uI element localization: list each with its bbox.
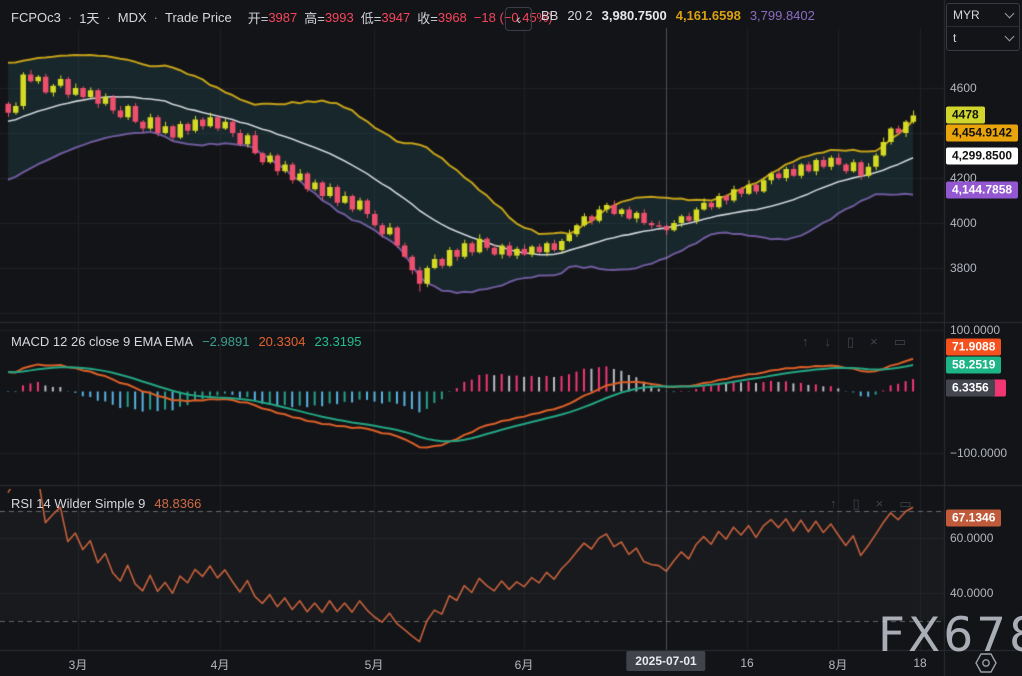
macd-hist-value: −2.9891 <box>202 334 249 349</box>
unit-select[interactable]: t <box>947 27 1019 49</box>
maximize-pane-icon[interactable]: ▭ <box>899 496 911 512</box>
macd-pane-controls: ↑ ↓ ▯ × ▭ <box>802 334 906 350</box>
high-label: 高= <box>304 8 325 27</box>
macd-signal-value: 23.3195 <box>314 334 361 349</box>
axis-value-badge: 71.9088 <box>946 339 1001 356</box>
axis-value-badge: 6.3356 <box>946 379 995 396</box>
separator-dot: · <box>154 10 158 25</box>
axis-tick-label: 3800 <box>950 261 977 275</box>
rsi-indicator-header[interactable]: RSI 14 Wilder Simple 9 48.8366 <box>11 496 201 511</box>
separator-dot: · <box>106 10 110 25</box>
bb-basis-value: 3,980.7500 <box>602 8 667 23</box>
bb-params: 20 2 <box>567 8 592 23</box>
maximize-pane-icon[interactable]: ▭ <box>894 334 906 350</box>
move-pane-up-icon[interactable]: ↑ <box>802 334 809 350</box>
rsi-value: 48.8366 <box>154 496 201 511</box>
separator-dot: · <box>68 10 72 25</box>
time-tick-label: 3月 <box>69 656 88 673</box>
axis-tick-label: 60.0000 <box>950 531 993 545</box>
currency-value: MYR <box>953 8 980 22</box>
axis-value-badge: 58.2519 <box>946 357 1001 374</box>
axis-value-badge: 67.1346 <box>946 510 1001 527</box>
axis-value-badge: 4,144.7858 <box>946 182 1018 199</box>
axis-tick-label: 4600 <box>950 81 977 95</box>
symbol-header: FCPOc3 · 1天 · MDX · Trade Price 开=3987 高… <box>11 8 553 27</box>
timezone-settings-icon[interactable] <box>973 652 999 676</box>
interval-label[interactable]: 1天 <box>79 8 99 27</box>
close-label: 收= <box>417 8 438 27</box>
axis-tick-label: −100.0000 <box>950 446 1007 460</box>
watermark: FX678 <box>878 608 1022 663</box>
macd-title: MACD 12 26 close 9 EMA EMA <box>11 334 193 349</box>
crosshair-date-badge: 2025-07-01 <box>626 651 705 671</box>
series-type-label: Trade Price <box>165 10 232 25</box>
unit-value: t <box>953 31 956 45</box>
low-value: 3947 <box>381 10 410 25</box>
rsi-title: RSI 14 Wilder Simple 9 <box>11 496 145 511</box>
macd-line-value: 20.3304 <box>258 334 305 349</box>
axis-value-badge: 4,454.9142 <box>946 125 1018 142</box>
bb-lower-value: 3,799.8402 <box>750 8 815 23</box>
collapse-indicator-button[interactable]: ‹ <box>505 7 532 31</box>
high-value: 3993 <box>325 10 354 25</box>
open-label: 开= <box>248 8 269 27</box>
close-value: 3968 <box>438 10 467 25</box>
currency-select[interactable]: MYR <box>947 4 1019 26</box>
axis-tick-label: 4000 <box>950 216 977 230</box>
axis-tick-label: 40.0000 <box>950 586 993 600</box>
time-tick-label: 4月 <box>211 656 230 673</box>
chevron-down-icon <box>1005 9 1015 19</box>
exchange-label: MDX <box>118 10 147 25</box>
currency-unit-panel: MYR t <box>946 3 1020 51</box>
move-pane-down-icon[interactable]: ↓ <box>825 334 832 350</box>
chart-window: FCPOc3 · 1天 · MDX · Trade Price 开=3987 高… <box>0 0 1022 676</box>
time-tick-label: 16 <box>740 656 753 670</box>
time-tick-label: 18 <box>913 656 926 670</box>
symbol-name[interactable]: FCPOc3 <box>11 10 61 25</box>
time-tick-label: 5月 <box>365 656 384 673</box>
close-pane-icon[interactable]: × <box>870 334 878 350</box>
axis-tick-label: 100.0000 <box>950 323 1000 337</box>
chevron-left-icon: ‹ <box>516 11 521 27</box>
time-tick-label: 8月 <box>829 656 848 673</box>
rsi-pane-controls: ↑ ▯ × ▭ <box>830 496 912 512</box>
move-pane-up-icon[interactable]: ↑ <box>830 496 837 512</box>
open-value: 3987 <box>268 10 297 25</box>
chevron-down-icon <box>1005 32 1015 42</box>
delete-pane-icon[interactable]: ▯ <box>847 334 854 350</box>
close-pane-icon[interactable]: × <box>876 496 884 512</box>
bb-upper-value: 4,161.6598 <box>676 8 741 23</box>
low-label: 低= <box>361 8 382 27</box>
bb-indicator-header[interactable]: BB 20 2 3,980.7500 4,161.6598 3,799.8402 <box>541 8 815 23</box>
axis-value-badge: 4,299.8500 <box>946 147 1018 164</box>
time-tick-label: 6月 <box>515 656 534 673</box>
axis-value-badge: 4478 <box>946 107 985 124</box>
delete-pane-icon[interactable]: ▯ <box>853 496 860 512</box>
macd-indicator-header[interactable]: MACD 12 26 close 9 EMA EMA −2.9891 20.33… <box>11 334 361 349</box>
bb-name: BB <box>541 8 558 23</box>
